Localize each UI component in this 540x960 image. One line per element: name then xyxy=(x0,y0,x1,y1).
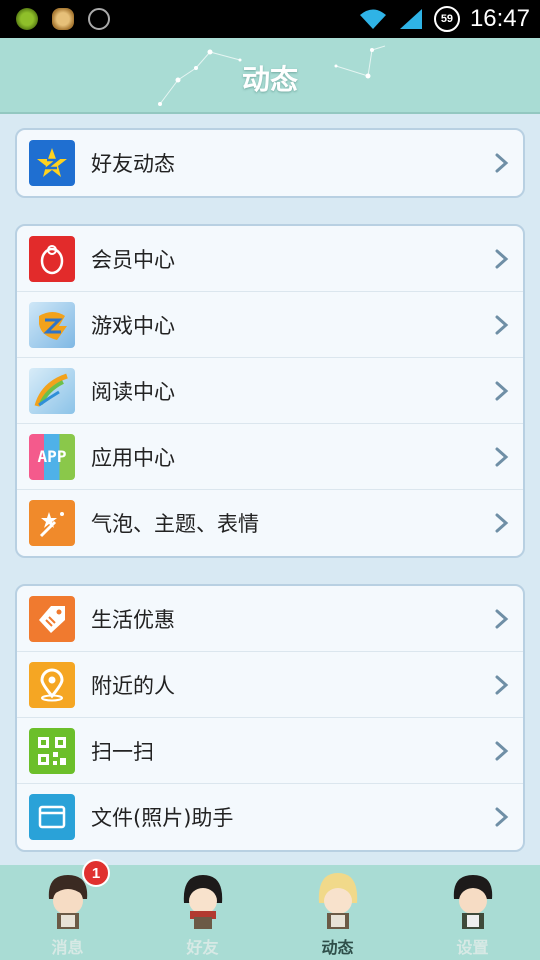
menu-item-friend-feed[interactable]: 好友动态 xyxy=(17,130,523,196)
chevron-right-icon xyxy=(495,153,509,173)
tab-friends[interactable]: 好友 xyxy=(135,865,270,960)
menu-item-people-nearby[interactable]: 附近的人 xyxy=(17,652,523,718)
tab-messages[interactable]: 1 消息 xyxy=(0,859,135,960)
unread-badge: 1 xyxy=(82,859,110,887)
menu-item-app-center[interactable]: APP 应用中心 xyxy=(17,424,523,490)
qzone-star-icon xyxy=(29,140,75,186)
menu-item-game-center[interactable]: 游戏中心 xyxy=(17,292,523,358)
menu-item-label: 游戏中心 xyxy=(91,313,175,338)
menu-item-file-photo-assistant[interactable]: 文件(照片)助手 xyxy=(17,784,523,850)
status-bar: 59 16:47 xyxy=(0,0,540,38)
signal-app-icon xyxy=(88,8,110,30)
battery-badge: 59 xyxy=(433,6,460,32)
bottom-tab-bar: 1 消息 好友 动态 设置 xyxy=(0,859,540,960)
header: 动态 xyxy=(0,38,540,114)
chevron-right-icon xyxy=(495,675,509,694)
chevron-right-icon xyxy=(495,609,509,628)
menu-item-reading-center[interactable]: 阅读中心 xyxy=(17,358,523,424)
game-center-icon xyxy=(29,301,75,348)
tab-label: 消息 xyxy=(51,938,84,957)
menu-item-label: 会员中心 xyxy=(91,247,175,272)
chevron-right-icon xyxy=(495,381,509,400)
app-icon-green xyxy=(16,8,38,30)
group-card-2: 会员中心 游戏中心 阅读中心 APP 应用中心 气泡、主题、表情 xyxy=(15,224,525,558)
reading-feather-icon xyxy=(29,367,75,414)
menu-item-label: 应用中心 xyxy=(91,445,175,470)
avatar-icon xyxy=(453,875,492,929)
chevron-right-icon xyxy=(495,513,509,533)
avatar-icon xyxy=(183,875,222,929)
magic-wand-icon xyxy=(29,500,75,546)
menu-item-label: 气泡、主题、表情 xyxy=(91,512,259,536)
menu-item-label: 生活优惠 xyxy=(91,607,175,632)
menu-item-bubbles-themes-emoticons[interactable]: 气泡、主题、表情 xyxy=(17,490,523,556)
chevron-right-icon xyxy=(495,447,509,466)
location-pin-icon xyxy=(29,661,75,708)
menu-item-label: 好友动态 xyxy=(91,152,175,176)
app-icon-burger xyxy=(52,8,74,30)
wifi-icon xyxy=(359,9,386,29)
menu-item-vip-center[interactable]: 会员中心 xyxy=(17,226,523,292)
clock: 16:47 xyxy=(469,5,530,32)
group-card-3: 生活优惠 附近的人 扫一扫 文件(照片)助手 xyxy=(15,584,525,852)
menu-item-life-deals[interactable]: 生活优惠 xyxy=(17,586,523,652)
qr-code-icon xyxy=(29,727,75,774)
menu-item-label: 附近的人 xyxy=(91,673,175,698)
vip-penguin-icon xyxy=(29,235,75,282)
folder-icon xyxy=(29,794,75,840)
page-title: 动态 xyxy=(241,63,298,96)
menu-item-label: 阅读中心 xyxy=(91,379,175,404)
tab-label: 动态 xyxy=(321,938,354,957)
chevron-right-icon xyxy=(495,249,509,268)
app-center-icon: APP xyxy=(29,433,75,480)
tab-label: 设置 xyxy=(456,938,489,957)
coupon-tag-icon xyxy=(29,595,75,642)
chevron-right-icon xyxy=(495,807,509,827)
tab-settings[interactable]: 设置 xyxy=(405,865,540,960)
chevron-right-icon xyxy=(495,315,509,334)
menu-item-label: 文件(照片)助手 xyxy=(91,806,234,830)
tab-feed[interactable]: 动态 xyxy=(270,865,405,960)
menu-item-scan[interactable]: 扫一扫 xyxy=(17,718,523,784)
group-card-1: 好友动态 xyxy=(15,128,525,198)
avatar-icon xyxy=(318,873,357,929)
tab-label: 好友 xyxy=(186,938,219,957)
cell-signal-icon xyxy=(399,9,422,29)
chevron-right-icon xyxy=(495,741,509,760)
menu-item-label: 扫一扫 xyxy=(91,739,154,764)
